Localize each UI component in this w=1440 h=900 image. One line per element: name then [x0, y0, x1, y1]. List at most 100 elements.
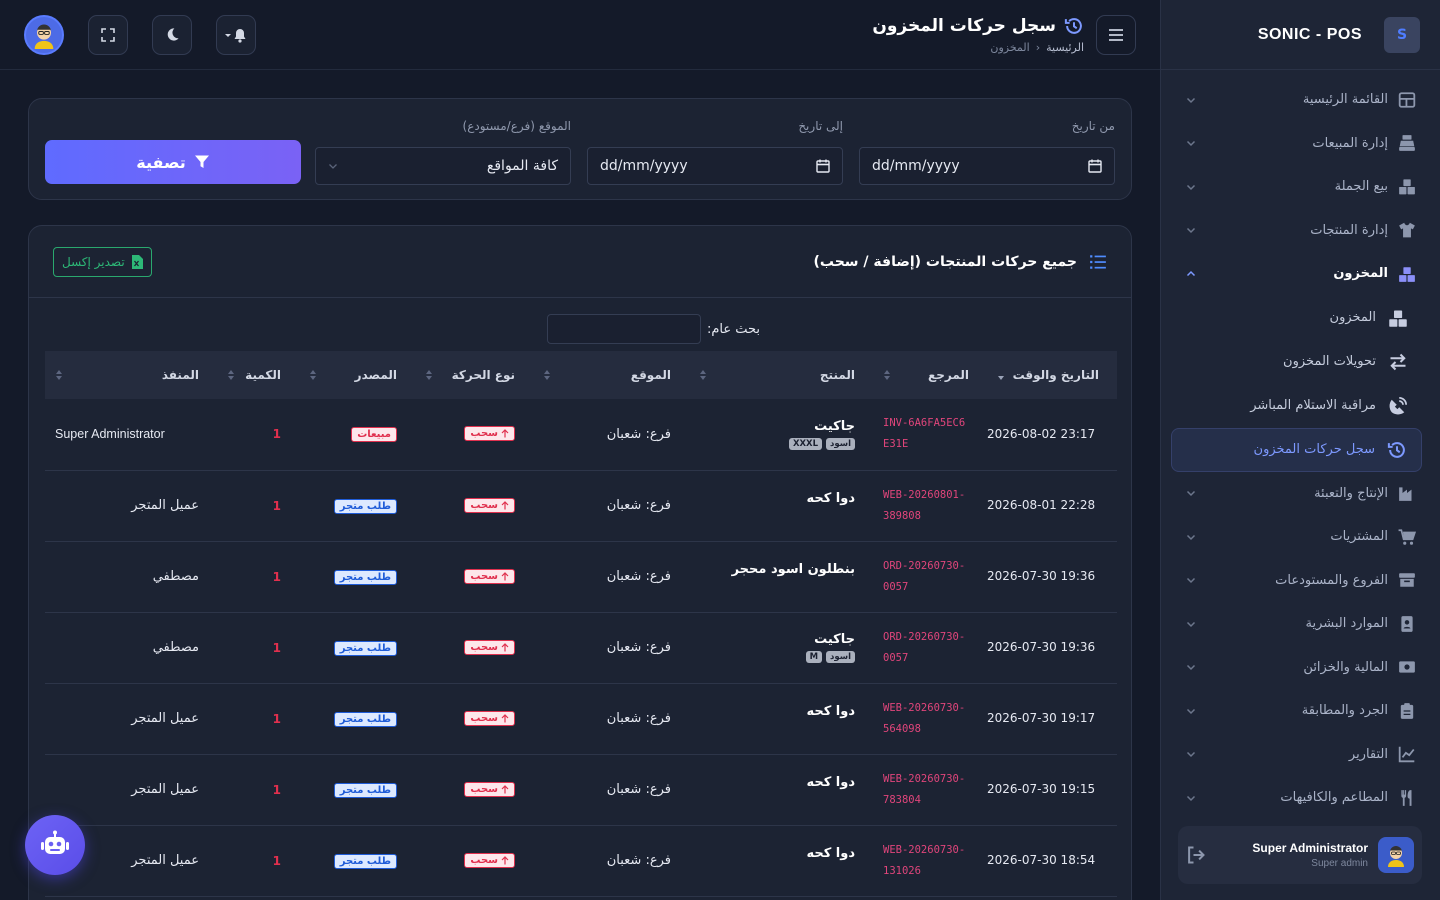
chevron-down-icon: [1186, 665, 1196, 671]
table-row: 2026-07-30 19:17 WEB-20260730-564098 دوا…: [45, 683, 1117, 755]
sidebar-item-hr[interactable]: الموارد البشرية: [1161, 602, 1440, 646]
source-badge: طلب متجر: [333, 711, 397, 727]
id-badge-icon: [1401, 615, 1413, 632]
hamburger-icon: [1109, 28, 1123, 41]
arrow-up-icon: [501, 429, 509, 438]
variant-tag: XXXL: [788, 437, 823, 450]
sidebar-item-purchases[interactable]: المشتريات: [1161, 515, 1440, 559]
moon-icon: [167, 28, 179, 41]
subitem-live-monitor[interactable]: مراقبة الاستلام المباشر: [1161, 384, 1440, 428]
table-row: 2026-08-01 22:28 WEB-20260801-389808 دوا…: [45, 470, 1117, 542]
sidebar-item-wholesale[interactable]: بيع الجملة: [1161, 165, 1440, 209]
column-header[interactable]: نوع الحركة: [415, 351, 533, 399]
filter-button[interactable]: تصفية: [45, 140, 301, 184]
subitem-stock-history[interactable]: سجل حركات المخزون: [1171, 427, 1422, 472]
column-header[interactable]: المنفذ: [45, 351, 217, 399]
product-variant-tags: M اسود: [699, 651, 855, 663]
chevron-down-icon: [1186, 795, 1196, 801]
sidebar-user-card[interactable]: Super Administrator Super admin: [1178, 826, 1422, 884]
cell-product: دوا كحه: [689, 470, 873, 542]
search-input[interactable]: [547, 314, 701, 344]
arrow-up-icon: [501, 855, 509, 864]
to-date-input[interactable]: dd/mm/yyyy: [587, 147, 843, 185]
dashboard-icon: [1398, 92, 1416, 108]
column-header[interactable]: المنتج: [689, 351, 873, 399]
subitem-label: تحويلات المخزون: [1283, 354, 1376, 369]
sort-icon: [56, 370, 62, 380]
theme-toggle-button[interactable]: [152, 14, 192, 55]
to-date-value: dd/mm/yyyy: [600, 158, 688, 174]
cell-movement-type: سحب: [415, 825, 533, 897]
from-date-input[interactable]: dd/mm/yyyy: [859, 147, 1115, 185]
chevron-down-icon: [1186, 752, 1196, 758]
sidebar-item-restaurants[interactable]: المطاعم والكافيهات: [1161, 776, 1440, 820]
sort-icon: [310, 370, 316, 380]
clipboard-icon: [1400, 702, 1414, 719]
cell-reference: WEB-20260730-783804: [873, 754, 987, 826]
column-header[interactable]: الكمية: [217, 351, 299, 399]
sidebar-item-dashboard[interactable]: القائمة الرئيسية: [1161, 78, 1440, 122]
cell-movement-type: سحب: [415, 683, 533, 755]
notifications-button[interactable]: [216, 14, 256, 55]
cell-reference: INV-6A6FA5EC6E31E: [873, 399, 987, 471]
export-excel-button[interactable]: تصدير إكسل: [53, 246, 152, 277]
sidebar-item-label: المخزون: [1333, 266, 1388, 282]
sidebar-item-branches[interactable]: الفروع والمستودعات: [1161, 559, 1440, 603]
calendar-icon[interactable]: [816, 159, 830, 173]
cell-executor: عميل المتجر: [45, 754, 217, 826]
chevron-down-icon: [1186, 621, 1196, 627]
user-role: Super admin: [1311, 858, 1368, 869]
logout-icon[interactable]: [1186, 845, 1206, 865]
breadcrumb-home[interactable]: الرئيسية: [1046, 41, 1084, 54]
table-row: 2026-08-02 23:17 INV-6A6FA5EC6E31E جاكيت…: [45, 399, 1117, 471]
cell-source: طلب متجر: [299, 683, 415, 755]
movement-type-badge: سحب: [464, 497, 515, 513]
location-select[interactable]: كافة المواقع: [315, 147, 571, 185]
search-label: بحث عام:: [707, 321, 761, 337]
cell-executor: Super Administrator: [45, 399, 217, 471]
cell-product: بنطلون اسود محجر: [689, 541, 873, 613]
sidebar-item-products[interactable]: إدارة المنتجات: [1161, 209, 1440, 253]
column-header[interactable]: الموقع: [533, 351, 689, 399]
cash-register-icon: [1399, 135, 1415, 152]
sidebar-item-inventory[interactable]: المخزون: [1161, 252, 1440, 296]
cell-movement-type: سحب: [415, 399, 533, 471]
source-badge: طلب متجر: [333, 782, 397, 798]
subitem-label: المخزون: [1329, 310, 1376, 325]
variant-tag: اسود: [826, 437, 855, 450]
cell-quantity: 1: [217, 754, 299, 826]
cell-movement-type: سحب: [415, 541, 533, 613]
arrow-up-icon: [501, 713, 509, 722]
sidebar-item-label: بيع الجملة: [1334, 179, 1388, 195]
to-date-group: إلى تاريخ dd/mm/yyyy: [587, 119, 843, 185]
sidebar-item-reports[interactable]: التقارير: [1161, 733, 1440, 777]
sidebar-item-stocktake[interactable]: الجرد والمطابقة: [1161, 689, 1440, 733]
calendar-icon[interactable]: [1088, 159, 1102, 173]
table-row: 2026-07-30 18:54 WEB-20260730-131026 دوا…: [45, 825, 1117, 897]
cell-quantity: 1: [217, 825, 299, 897]
cell-source: مبيعات: [299, 399, 415, 471]
sidebar-item-finance[interactable]: المالية والخزائن: [1161, 646, 1440, 690]
sidebar-item-production[interactable]: الإنتاج والتعبئة: [1161, 472, 1440, 516]
cell-date: 2026-08-01 22:28: [987, 470, 1117, 542]
sidebar: S SONIC - POS القائمة الرئيسية إدارة الم…: [1160, 0, 1440, 900]
movements-card-header: جميع حركات المنتجات (إضافة / سحب) تصدير …: [29, 226, 1131, 298]
column-header[interactable]: المصدر: [299, 351, 415, 399]
subitem-transfers[interactable]: تحويلات المخزون: [1161, 340, 1440, 384]
sidebar-item-sales[interactable]: إدارة المبيعات: [1161, 122, 1440, 166]
column-header[interactable]: التاريخ والوقت: [987, 351, 1117, 399]
brand[interactable]: S SONIC - POS: [1161, 0, 1440, 70]
cell-reference: WEB-20260730-564098: [873, 683, 987, 755]
subitem-inventory[interactable]: المخزون: [1161, 296, 1440, 340]
fullscreen-button[interactable]: [88, 14, 128, 55]
chevron-down-icon: [1186, 534, 1196, 540]
menu-toggle-button[interactable]: [1096, 14, 1136, 55]
cell-movement-type: سحب: [415, 754, 533, 826]
chatbot-button[interactable]: [25, 815, 85, 875]
chevron-down-icon: [1186, 184, 1196, 190]
global-search: بحث عام:: [547, 314, 760, 344]
header-avatar[interactable]: [24, 14, 64, 55]
column-header[interactable]: المرجع: [873, 351, 987, 399]
source-badge: طلب متجر: [333, 853, 397, 869]
satellite-icon: [1389, 396, 1407, 414]
